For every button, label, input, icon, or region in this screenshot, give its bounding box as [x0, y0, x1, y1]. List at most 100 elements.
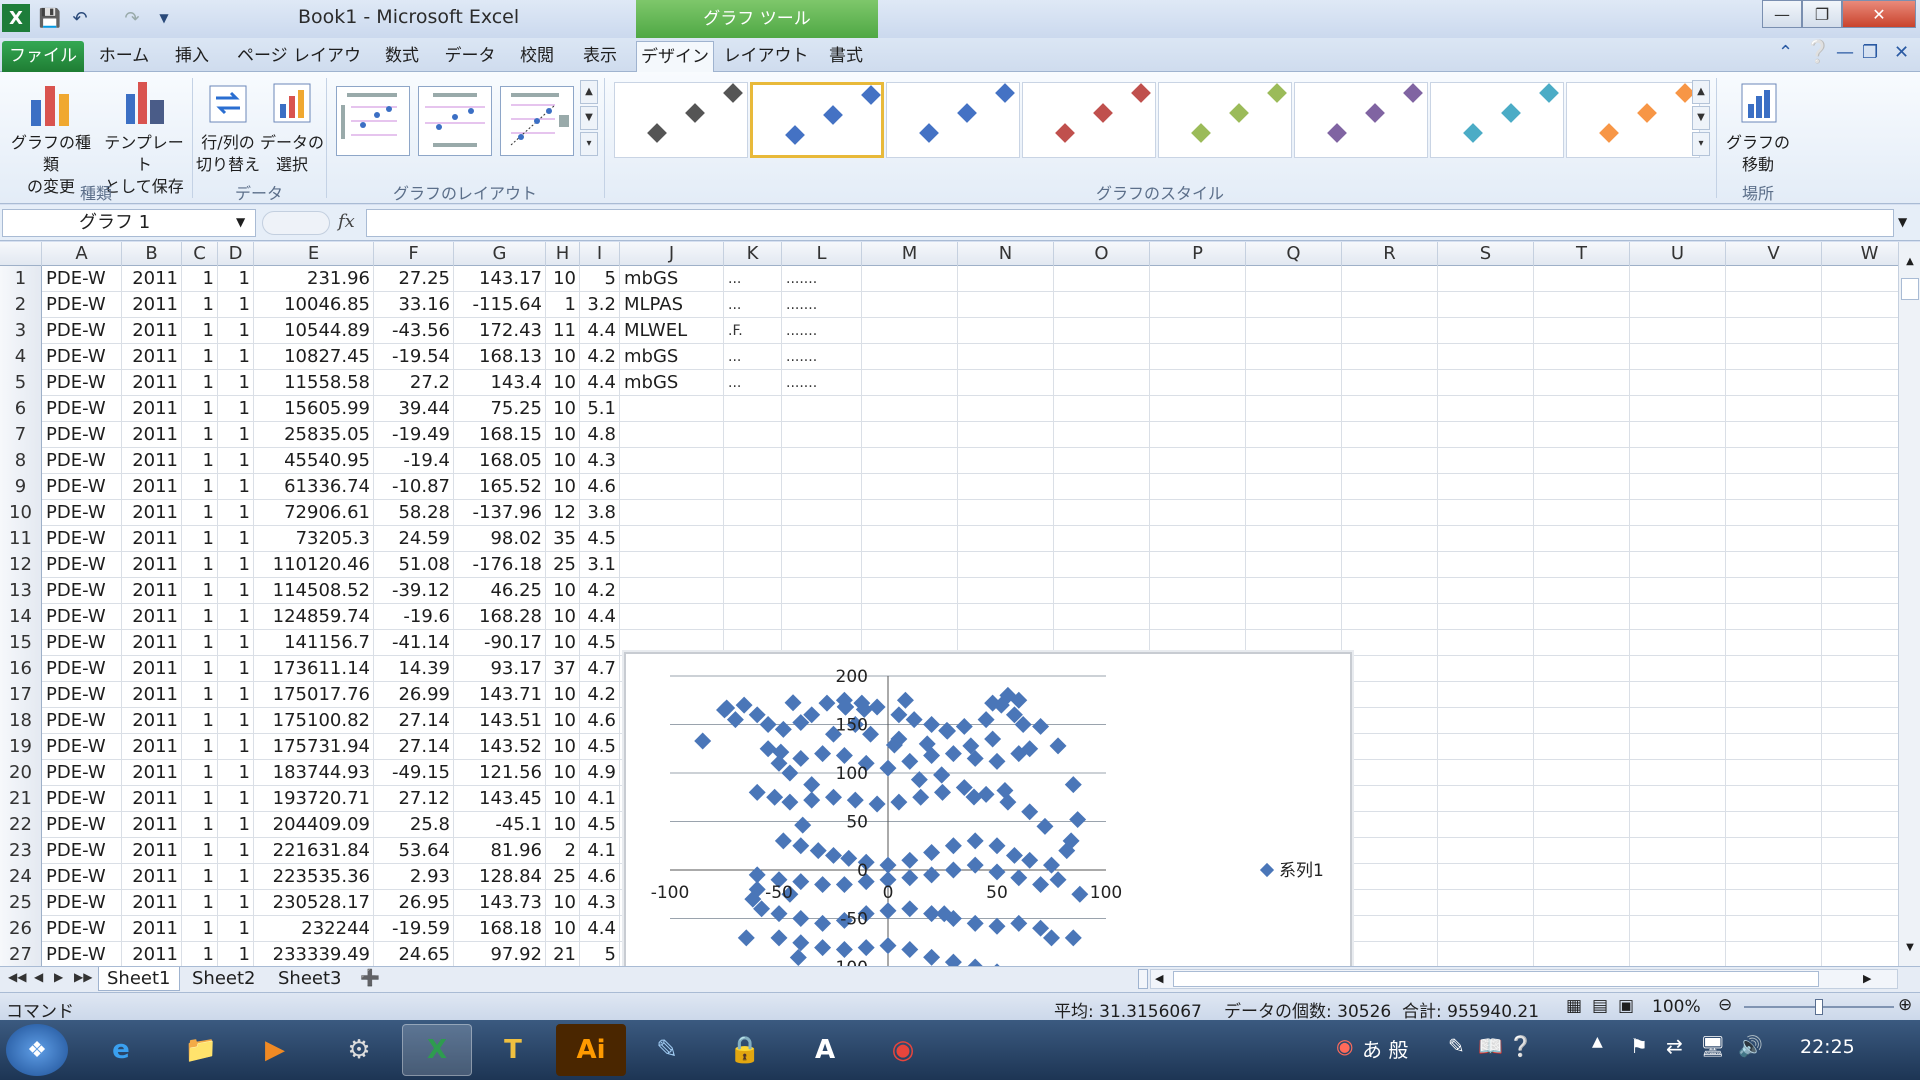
workbook-close-icon[interactable]: ✕ [1894, 42, 1909, 63]
horizontal-scrollbar[interactable]: ◀ ▶ [1150, 969, 1898, 989]
cell-b[interactable]: 2011 [122, 942, 182, 966]
cell-g[interactable]: -137.96 [454, 500, 546, 526]
column-header-h[interactable]: H [546, 242, 580, 266]
cell-c[interactable]: 1 [182, 942, 218, 966]
tab-format[interactable]: 書式 [818, 41, 874, 72]
cell-f[interactable]: -39.12 [374, 578, 454, 604]
cell-c[interactable]: 1 [182, 656, 218, 682]
cell-f[interactable]: 26.95 [374, 890, 454, 916]
cell-e[interactable]: 61336.74 [254, 474, 374, 500]
cell-a[interactable]: PDE-W [42, 552, 122, 578]
cell-f[interactable]: -19.4 [374, 448, 454, 474]
cell-f[interactable]: 58.28 [374, 500, 454, 526]
first-sheet-icon[interactable]: ◀◀ [8, 970, 26, 984]
cell-b[interactable]: 2011 [122, 370, 182, 396]
cell-a[interactable]: PDE-W [42, 864, 122, 890]
cell-g[interactable]: -176.18 [454, 552, 546, 578]
cell-c[interactable]: 1 [182, 838, 218, 864]
notepad-icon[interactable]: ✎ [632, 1024, 702, 1076]
cell-h[interactable]: 11 [546, 318, 580, 344]
row-header[interactable]: 15 [0, 630, 42, 656]
cell-i[interactable]: 4.5 [580, 734, 620, 760]
cell-k[interactable] [724, 448, 782, 474]
scroll-up-arrow[interactable]: ▲ [1901, 256, 1919, 276]
last-sheet-icon[interactable]: ▶▶ [74, 970, 92, 984]
cell-c[interactable]: 1 [182, 474, 218, 500]
column-header-o[interactable]: O [1054, 242, 1150, 266]
network-icon[interactable]: 🖥 [1700, 1034, 1725, 1058]
cell-g[interactable]: 75.25 [454, 396, 546, 422]
cell-a[interactable]: PDE-W [42, 786, 122, 812]
row-header[interactable]: 16 [0, 656, 42, 682]
cell-d[interactable]: 1 [218, 916, 254, 942]
row-header[interactable]: 21 [0, 786, 42, 812]
cell-e[interactable]: 141156.7 [254, 630, 374, 656]
cell-g[interactable]: 97.92 [454, 942, 546, 966]
cell-e[interactable]: 233339.49 [254, 942, 374, 966]
minimize-ribbon-icon[interactable]: ⌃ [1778, 42, 1793, 63]
layout-gallery-more[interactable]: ▾ [580, 132, 598, 156]
cell-d[interactable]: 1 [218, 552, 254, 578]
cell-c[interactable]: 1 [182, 708, 218, 734]
cell-i[interactable]: 5 [580, 942, 620, 966]
style-gallery-more[interactable]: ▾ [1692, 132, 1710, 156]
cell-d[interactable]: 1 [218, 734, 254, 760]
switch-row-column-button[interactable]: 行/列の 切り替え [196, 78, 260, 176]
cell-l[interactable]: ....... [782, 266, 862, 292]
excel-app-icon[interactable]: X [2, 4, 30, 32]
cell-h[interactable]: 10 [546, 604, 580, 630]
zoom-level[interactable]: 100% [1652, 997, 1701, 1017]
cell-g[interactable]: 168.05 [454, 448, 546, 474]
scatter-chart[interactable]: 200150100500-50-100-150-200-100-50050100… [624, 652, 1352, 966]
cell-e[interactable]: 15605.99 [254, 396, 374, 422]
cell-i[interactable]: 4.6 [580, 474, 620, 500]
cell-a[interactable]: PDE-W [42, 448, 122, 474]
cell-b[interactable]: 2011 [122, 344, 182, 370]
name-box[interactable]: グラフ 1 [2, 209, 256, 237]
column-header-i[interactable]: I [580, 242, 620, 266]
cell-a[interactable]: PDE-W [42, 578, 122, 604]
style-gallery-scroll-down[interactable]: ▼ [1692, 106, 1710, 130]
cell-d[interactable]: 1 [218, 786, 254, 812]
cell-c[interactable]: 1 [182, 578, 218, 604]
column-header-q[interactable]: Q [1246, 242, 1342, 266]
cell-k[interactable] [724, 500, 782, 526]
cell-d[interactable]: 1 [218, 370, 254, 396]
cell-i[interactable]: 4.6 [580, 864, 620, 890]
row-header[interactable]: 8 [0, 448, 42, 474]
cell-f[interactable]: -43.56 [374, 318, 454, 344]
cell-g[interactable]: 81.96 [454, 838, 546, 864]
cell-k[interactable] [724, 474, 782, 500]
cell-h[interactable]: 10 [546, 786, 580, 812]
chart-style-5[interactable] [1158, 82, 1292, 158]
excel-taskbar-icon[interactable]: X [402, 1024, 472, 1076]
row-header[interactable]: 27 [0, 942, 42, 966]
cell-d[interactable]: 1 [218, 526, 254, 552]
cell-l[interactable] [782, 604, 862, 630]
insert-function-icon[interactable]: fx [338, 211, 355, 232]
cell-d[interactable]: 1 [218, 266, 254, 292]
page-break-view-icon[interactable]: ▣ [1618, 996, 1634, 1016]
cell-h[interactable]: 35 [546, 526, 580, 552]
cell-i[interactable]: 4.4 [580, 916, 620, 942]
tab-page-layout[interactable]: ページ レイアウト [230, 41, 368, 97]
cell-h[interactable]: 10 [546, 682, 580, 708]
sheet-tab-3[interactable]: Sheet3 [270, 967, 350, 991]
cell-h[interactable]: 25 [546, 552, 580, 578]
cell-d[interactable]: 1 [218, 890, 254, 916]
cell-b[interactable]: 2011 [122, 656, 182, 682]
horizontal-scroll-thumb[interactable] [1173, 971, 1819, 987]
row-header[interactable]: 12 [0, 552, 42, 578]
cell-j[interactable]: MLPAS [620, 292, 724, 318]
cell-f[interactable]: -10.87 [374, 474, 454, 500]
cell-f[interactable]: 24.65 [374, 942, 454, 966]
column-header-v[interactable]: V [1726, 242, 1822, 266]
cell-i[interactable]: 4.9 [580, 760, 620, 786]
tab-design[interactable]: デザイン [636, 41, 714, 72]
cell-g[interactable]: 143.71 [454, 682, 546, 708]
row-header[interactable]: 2 [0, 292, 42, 318]
cell-e[interactable]: 10827.45 [254, 344, 374, 370]
cell-e[interactable]: 183744.93 [254, 760, 374, 786]
cell-i[interactable]: 4.2 [580, 682, 620, 708]
cell-c[interactable]: 1 [182, 344, 218, 370]
